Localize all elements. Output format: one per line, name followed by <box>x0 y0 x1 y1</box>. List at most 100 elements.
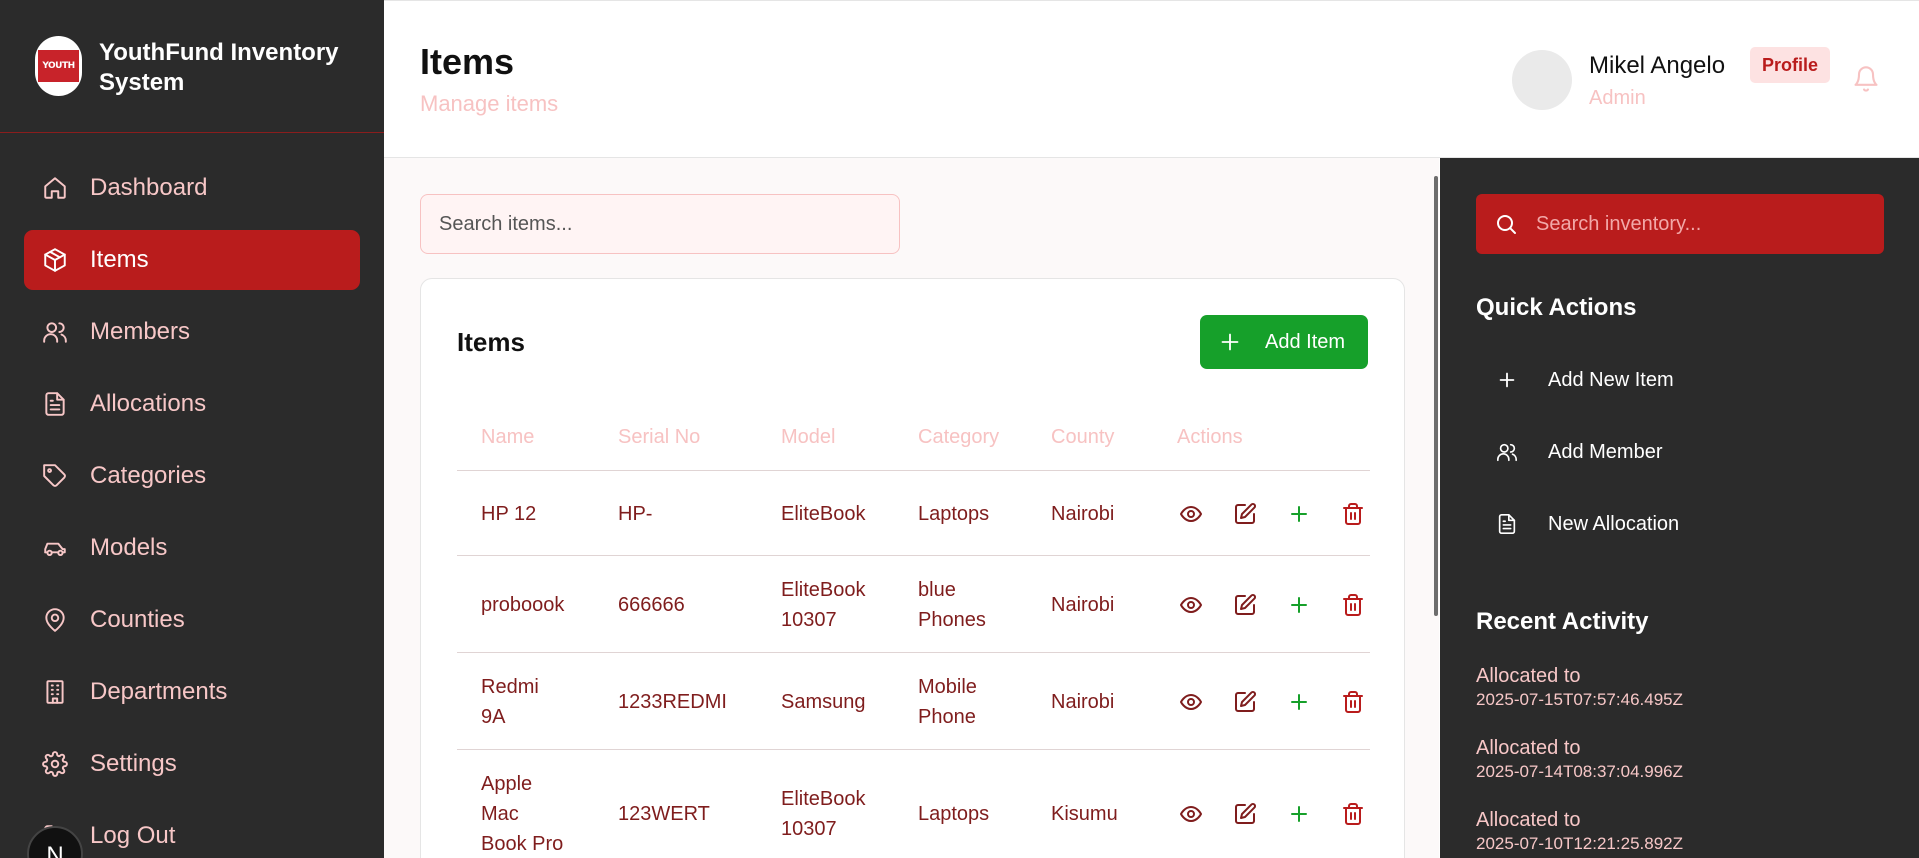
quick-action-add-item[interactable]: Add New Item <box>1476 350 1884 410</box>
column-header-county: County <box>1051 426 1115 448</box>
plus-icon[interactable] <box>1287 502 1311 526</box>
sidebar-item-models[interactable]: Models <box>24 518 360 578</box>
brand: YOUTH YouthFund Inventory System <box>0 0 384 133</box>
page-subtitle: Manage items <box>420 91 559 116</box>
table-row[interactable]: HP 12 HP- EliteBook Laptops Nairobi <box>457 472 1370 556</box>
sidebar-item-label: Settings <box>90 750 177 777</box>
sidebar-item-allocations[interactable]: Allocations <box>24 374 360 434</box>
sidebar: YOUTH YouthFund Inventory System Dashboa… <box>0 0 384 858</box>
cell-county: Kisumu <box>1051 803 1118 825</box>
trash-icon[interactable] <box>1341 593 1365 617</box>
user-name: Mikel Angelo <box>1589 52 1726 79</box>
cell-line: Mac <box>481 803 519 825</box>
plus-icon[interactable] <box>1287 802 1311 826</box>
row-actions <box>1179 593 1379 617</box>
sidebar-item-label: Categories <box>90 462 207 489</box>
cell-line: EliteBook <box>781 788 866 810</box>
sidebar-item-label: Models <box>90 534 168 561</box>
eye-icon[interactable] <box>1179 690 1203 714</box>
table-row[interactable]: proboook 666666 EliteBook 10307 blue Phone… <box>457 557 1370 653</box>
right-panel: Quick Actions Add New Item Add Member Ne… <box>1440 158 1919 858</box>
sidebar-item-label: Departments <box>90 678 228 705</box>
cell-name: Redmi 9A <box>481 672 539 732</box>
sidebar-item-members[interactable]: Members <box>24 302 360 362</box>
row-actions <box>1179 502 1379 526</box>
trash-icon[interactable] <box>1341 690 1365 714</box>
plus-icon <box>1221 333 1239 351</box>
activity-item: Allocated to 2025-07-14T08:37:04.996Z <box>1476 736 1884 784</box>
trash-icon[interactable] <box>1341 802 1365 826</box>
edit-icon[interactable] <box>1233 502 1257 526</box>
card-title: Items <box>457 327 525 357</box>
cell-county: Nairobi <box>1051 503 1115 525</box>
file-text-icon <box>45 392 65 416</box>
quick-action-label: New Allocation <box>1548 513 1680 535</box>
plus-icon[interactable] <box>1287 690 1311 714</box>
quick-action-label: Add Member <box>1548 441 1663 463</box>
sidebar-item-items[interactable]: Items <box>24 230 360 290</box>
sidebar-item-categories[interactable]: Categories <box>24 446 360 506</box>
cell-serial: 123WERT <box>618 803 710 825</box>
column-header-serial[interactable]: Serial No <box>618 426 700 449</box>
cell-model: EliteBook 10307 <box>781 575 866 635</box>
column-header-model[interactable]: Model <box>781 426 835 449</box>
cell-line: Samsung <box>781 691 866 713</box>
quick-actions-title: Quick Actions <box>1476 294 1637 321</box>
cell-name: proboook <box>481 590 564 620</box>
cell-category: Mobile Phone <box>918 672 977 732</box>
plus-icon <box>1499 372 1515 388</box>
edit-icon[interactable] <box>1233 802 1257 826</box>
sidebar-item-label: Items <box>90 246 149 273</box>
activity-time: 2025-07-14T08:37:04.996Z <box>1476 762 1683 781</box>
column-header-category[interactable]: Category <box>918 426 999 449</box>
column-header-actions: Actions <box>1177 426 1243 448</box>
table-header: Name Serial No Model Category County Act… <box>457 399 1370 471</box>
sidebar-item-dashboard[interactable]: Dashboard <box>24 158 360 218</box>
avatar[interactable] <box>1512 50 1572 110</box>
search-icon <box>1497 215 1516 234</box>
sidebar-item-settings[interactable]: Settings <box>24 734 360 794</box>
cell-line: 10307 <box>781 818 837 840</box>
activity-text: Allocated to <box>1476 737 1581 759</box>
add-item-button[interactable]: Add Item <box>1200 315 1368 369</box>
users-icon <box>1497 443 1517 462</box>
quick-action-add-member[interactable]: Add Member <box>1476 422 1884 482</box>
sidebar-item-label: Counties <box>90 606 185 633</box>
sidebar-item-counties[interactable]: Counties <box>24 590 360 650</box>
bell-icon[interactable] <box>1852 65 1880 93</box>
cell-county: Nairobi <box>1051 691 1115 713</box>
search-items-input[interactable] <box>420 194 900 254</box>
sidebar-item-label: Allocations <box>90 390 207 417</box>
page-title: Items <box>420 41 515 82</box>
eye-icon[interactable] <box>1179 802 1203 826</box>
quick-action-new-allocation[interactable]: New Allocation <box>1476 494 1884 554</box>
cell-model: EliteBook 10307 <box>781 784 866 844</box>
table-row[interactable]: Apple Mac Book Pro 123WERT EliteBook 10307 … <box>457 751 1370 858</box>
edit-icon[interactable] <box>1233 690 1257 714</box>
cell-name: HP 12 <box>481 499 536 529</box>
users-icon <box>43 322 67 343</box>
inventory-search[interactable] <box>1476 194 1884 254</box>
column-header-name[interactable]: Name <box>481 426 534 449</box>
add-item-label: Add Item <box>1265 331 1346 353</box>
table-row[interactable]: Redmi 9A 1233REDMI Samsung Mobile Phone Na… <box>457 654 1370 750</box>
trash-icon[interactable] <box>1341 502 1365 526</box>
cell-line: Laptops <box>918 503 990 525</box>
scrollbar[interactable] <box>1434 176 1438 616</box>
eye-icon[interactable] <box>1179 502 1203 526</box>
quick-action-label: Add New Item <box>1548 369 1674 391</box>
edit-icon[interactable] <box>1233 593 1257 617</box>
search-inventory-input[interactable] <box>1536 194 1876 254</box>
sidebar-item-departments[interactable]: Departments <box>24 662 360 722</box>
cell-serial: 666666 <box>618 594 685 616</box>
activity-item: Allocated to 2025-07-15T07:57:46.495Z <box>1476 664 1884 712</box>
plus-icon[interactable] <box>1287 593 1311 617</box>
row-actions <box>1179 690 1379 714</box>
cell-line: Laptops <box>918 803 990 825</box>
cell-line: 9A <box>481 706 506 728</box>
cell-serial: HP- <box>618 503 653 525</box>
sidebar-item-label: Dashboard <box>90 174 208 201</box>
profile-button[interactable]: Profile <box>1750 47 1831 83</box>
main-content: Items Add Item Name Serial No Model Cate… <box>384 158 1439 858</box>
eye-icon[interactable] <box>1179 593 1203 617</box>
